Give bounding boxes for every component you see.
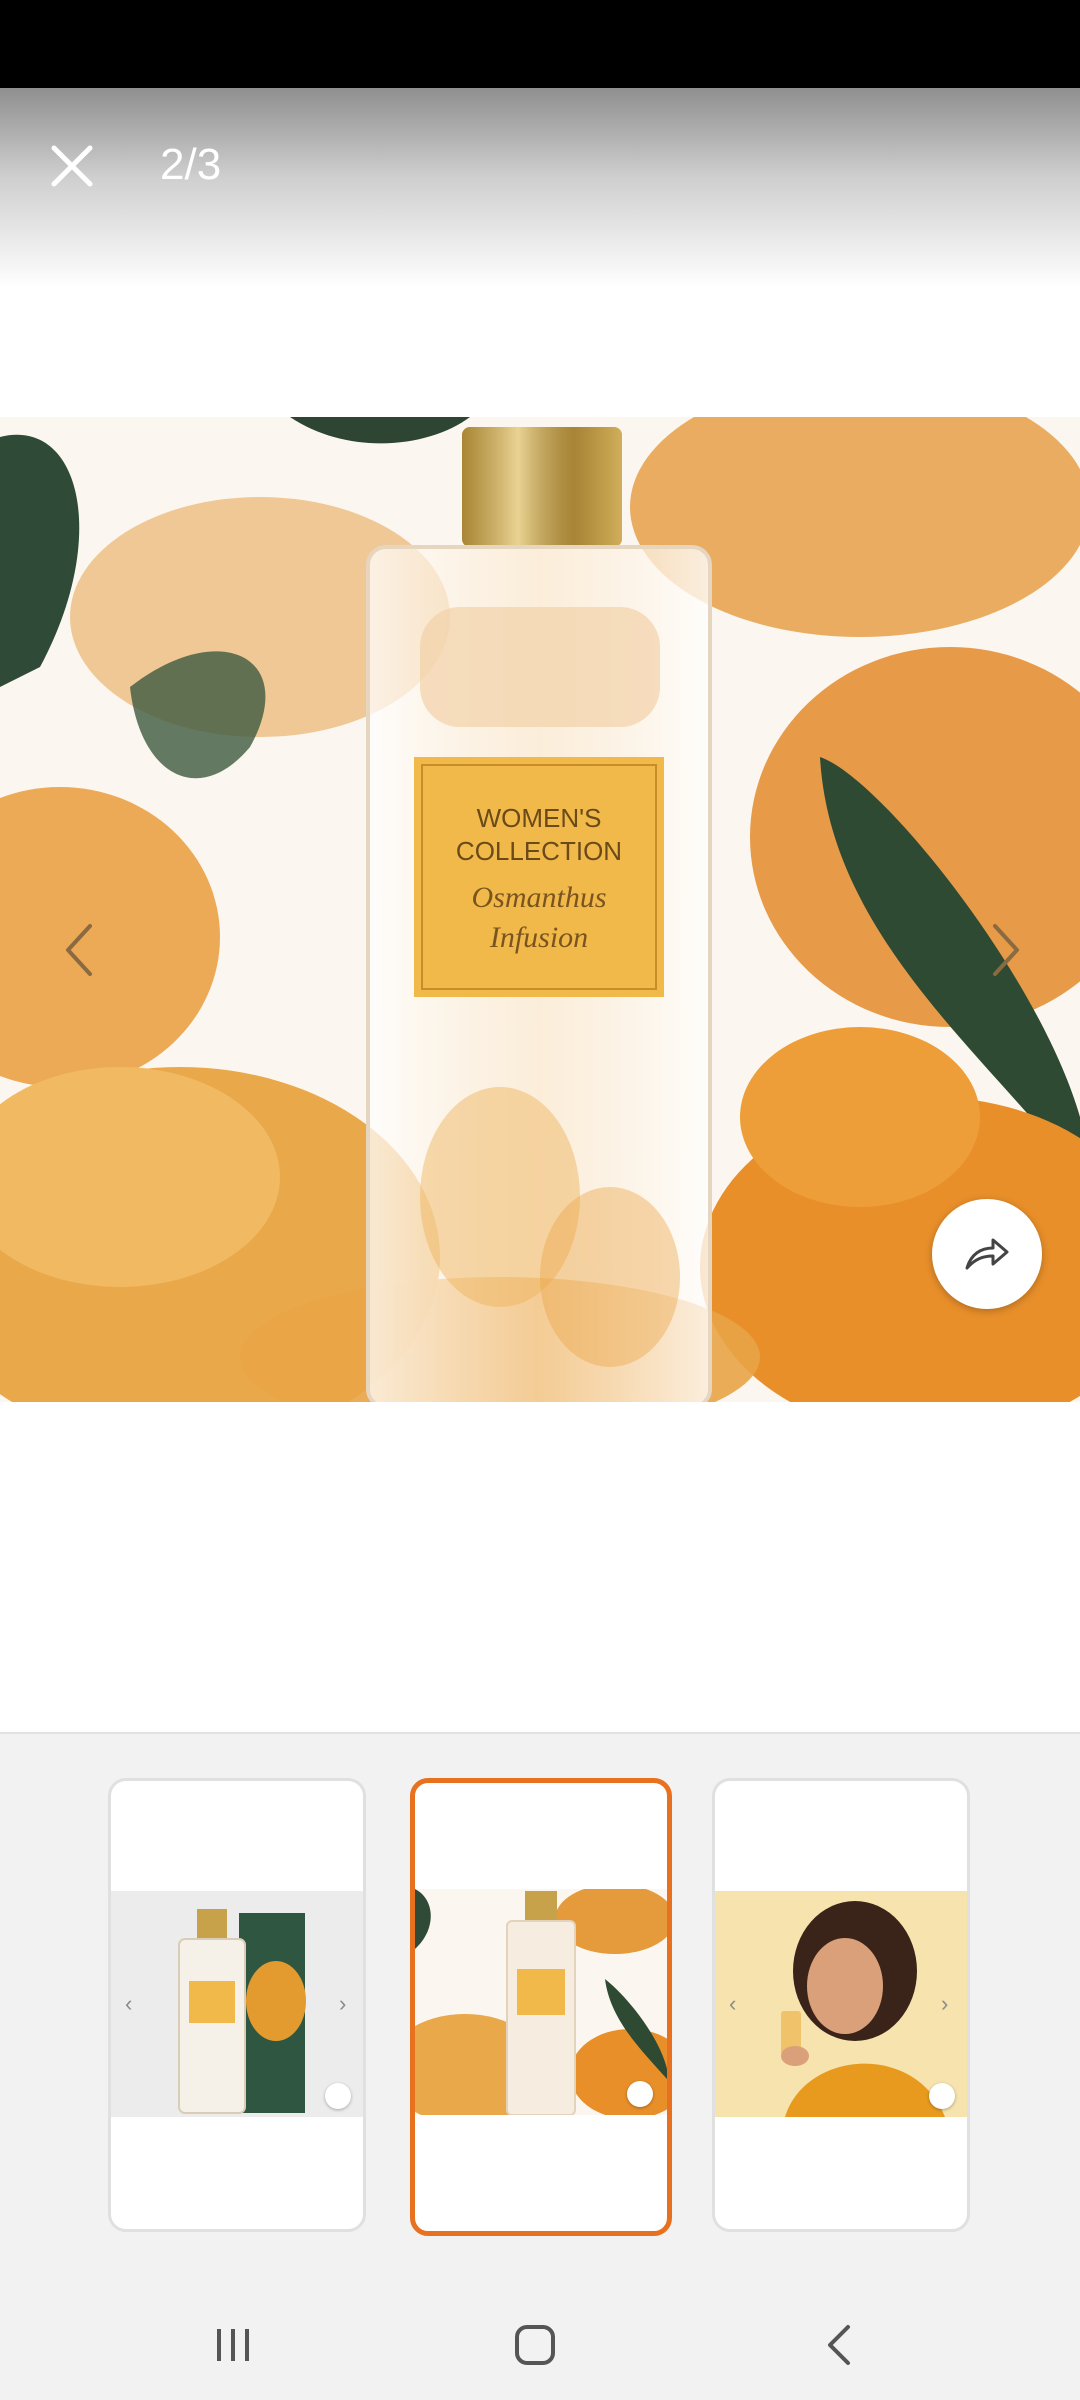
thumbnail-3-next-icon: › (941, 1991, 949, 2016)
close-button[interactable] (38, 132, 106, 200)
share-icon (965, 1238, 1009, 1270)
next-image-button[interactable] (975, 920, 1035, 980)
thumbnail-2-share-icon (627, 2081, 653, 2107)
previous-image-button[interactable] (50, 920, 110, 980)
thumbnail-3[interactable]: ‹ › (712, 1778, 970, 2232)
thumbnail-1-next-icon: › (339, 1991, 347, 2016)
home-button[interactable] (490, 2305, 580, 2385)
thumbnail-2-image (415, 1889, 667, 2115)
page-counter: 2/3 (160, 140, 222, 189)
share-button[interactable] (932, 1199, 1042, 1309)
label-line2: COLLECTION (456, 836, 622, 866)
thumbnail-1-image (111, 1891, 363, 2117)
label-script1: Osmanthus (471, 881, 606, 914)
product-image[interactable]: WOMEN'S COLLECTION Osmanthus Infusion (0, 417, 1080, 1402)
thumbnail-1[interactable]: ‹ › (108, 1778, 366, 2232)
label-script2: Infusion (489, 921, 588, 954)
chevron-right-icon (993, 924, 1019, 976)
status-bar (0, 0, 1080, 88)
thumbnail-2[interactable] (410, 1778, 672, 2236)
back-button[interactable] (794, 2305, 884, 2385)
close-icon (51, 145, 93, 187)
thumbnail-3-prev-icon: ‹ (729, 1991, 737, 2016)
recents-button[interactable] (188, 2305, 278, 2385)
thumbnail-3-image (715, 1891, 967, 2117)
thumbnail-3-share-icon (929, 2083, 955, 2109)
thumbnail-1-prev-icon: ‹ (125, 1991, 133, 2016)
home-icon (515, 2325, 555, 2365)
recents-icon (217, 2329, 249, 2361)
chevron-left-icon (66, 924, 92, 976)
label-line1: WOMEN'S (477, 803, 602, 833)
thumbnail-1-share-icon (325, 2083, 351, 2109)
back-icon (828, 2325, 850, 2365)
